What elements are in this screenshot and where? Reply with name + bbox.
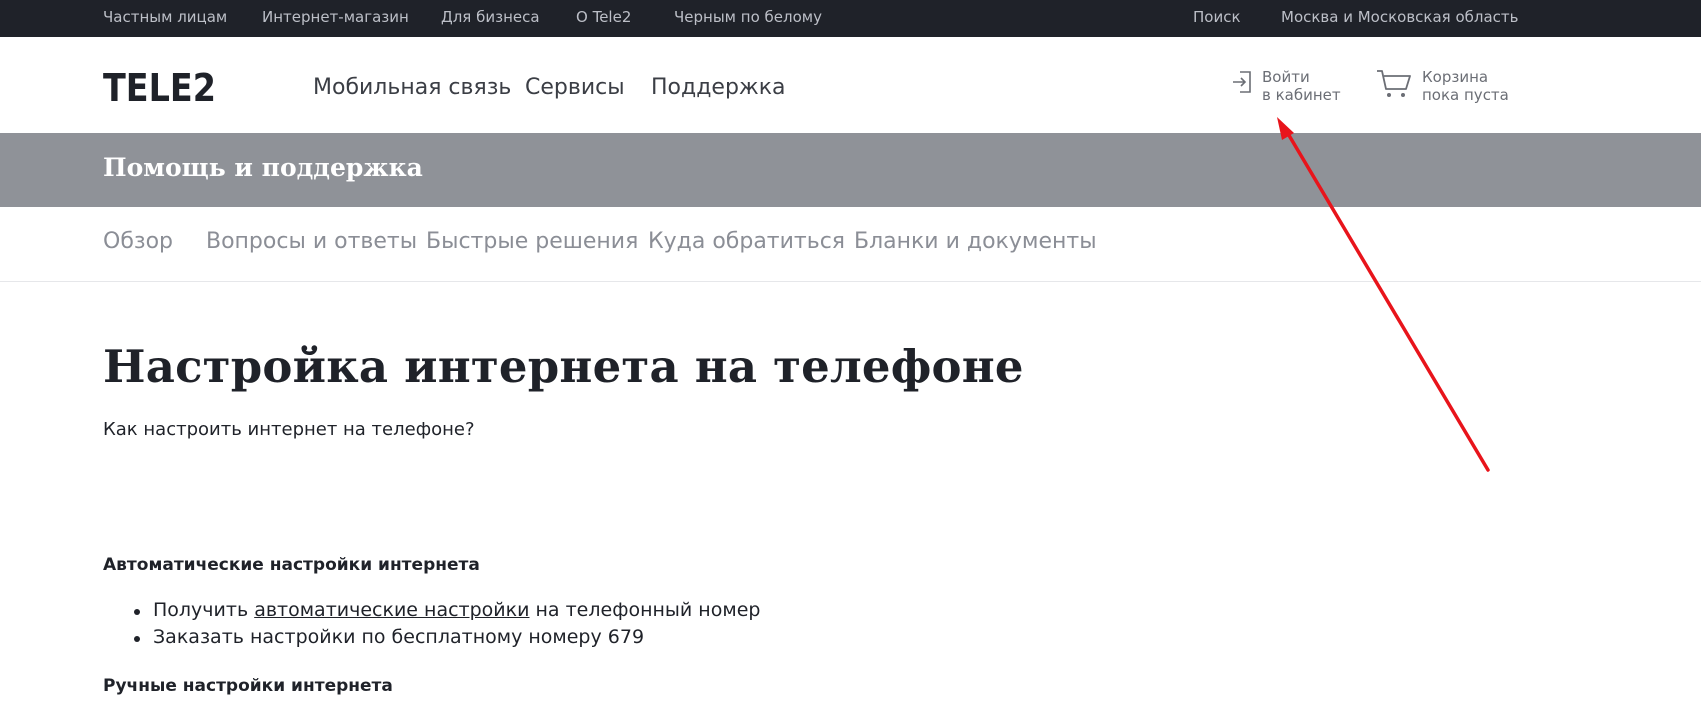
subnav-overview[interactable]: Обзор (103, 229, 173, 254)
nav-mobile[interactable]: Мобильная связь (313, 75, 511, 100)
subnav-faq[interactable]: Вопросы и ответы (206, 229, 417, 254)
logo-text: TELE2 (103, 66, 216, 109)
region-selector[interactable]: Москва и Московская область (1281, 8, 1519, 26)
support-subnav: Обзор Вопросы и ответы Быстрые решения К… (0, 207, 1701, 282)
top-utility-bar: Частным лицам Интернет-магазин Для бизне… (0, 0, 1701, 37)
login-icon (1231, 70, 1253, 98)
topbar-link-shop[interactable]: Интернет-магазин (262, 8, 409, 26)
cart-icon (1376, 69, 1412, 103)
list-item-text: на телефонный номер (529, 599, 761, 621)
nav-support[interactable]: Поддержка (651, 75, 786, 100)
topbar-link-black-white[interactable]: Черным по белому (674, 8, 822, 26)
lead-question: Как настроить интернет на телефоне? (103, 419, 475, 440)
login-label-line1: Войти (1262, 68, 1310, 86)
tele2-logo[interactable]: TELE2 (103, 63, 218, 110)
auto-settings-link[interactable]: автоматические настройки (254, 599, 529, 621)
page-title: Настройка интернета на телефоне (103, 340, 1024, 393)
login-label-line2: в кабинет (1262, 86, 1341, 104)
cart-label-line2: пока пуста (1422, 86, 1509, 104)
section-title: Помощь и поддержка (103, 153, 423, 182)
subnav-forms-documents[interactable]: Бланки и документы (854, 229, 1097, 254)
support-banner: Помощь и поддержка (0, 133, 1701, 207)
manual-settings-heading: Ручные настройки интернета (103, 676, 393, 696)
topbar-link-business[interactable]: Для бизнеса (441, 8, 540, 26)
tele2-logo-icon: TELE2 (103, 66, 216, 110)
main-header: TELE2 Мобильная связь Сервисы Поддержка … (0, 37, 1701, 133)
list-item: Получить автоматические настройки на тел… (103, 597, 760, 624)
topbar-link-private[interactable]: Частным лицам (103, 8, 227, 26)
nav-services[interactable]: Сервисы (525, 75, 625, 100)
auto-settings-heading: Автоматические настройки интернета (103, 555, 480, 575)
list-item: Заказать настройки по бесплатному номеру… (103, 624, 760, 651)
topbar-search-link[interactable]: Поиск (1193, 8, 1241, 26)
subnav-quick-solutions[interactable]: Быстрые решения (426, 229, 638, 254)
cart-label-line1: Корзина (1422, 68, 1489, 86)
auto-settings-list: Получить автоматические настройки на тел… (103, 597, 760, 651)
list-item-text: Получить (153, 599, 255, 621)
subnav-contacts[interactable]: Куда обратиться (648, 229, 845, 254)
topbar-link-about[interactable]: О Tele2 (576, 8, 631, 26)
